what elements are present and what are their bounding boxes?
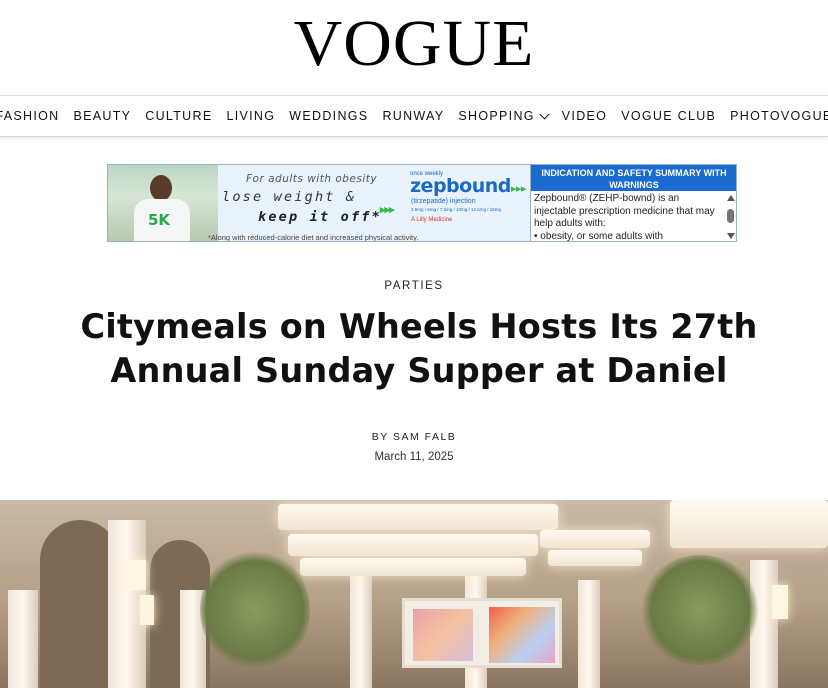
main-nav: FASHION BEAUTY CULTURE LIVING WEDDINGS R… <box>0 95 828 137</box>
ad-product-doses: 2.5mg / 5mg / 7.5mg / 10mg / 12.5mg / 15… <box>411 207 502 212</box>
wall-lamp <box>140 595 154 625</box>
ad-isi-paragraph: Zepbound® (ZEHP-bownd) is an injectable … <box>534 193 715 229</box>
nav-item-label: RUNWAY <box>382 109 445 123</box>
nav-item-label: SHOPPING <box>458 109 535 123</box>
ad-product-generic: (tirzepatide) injection <box>411 198 476 205</box>
nav-item-shopping[interactable]: SHOPPING <box>451 109 554 123</box>
scroll-down-icon[interactable] <box>727 233 735 239</box>
vogue-logo[interactable]: VOGUE <box>0 7 828 81</box>
chevron-down-icon <box>539 109 550 119</box>
nav-item-fashion[interactable]: FASHION <box>0 109 66 123</box>
nav-item-label: CULTURE <box>145 109 213 123</box>
wall-lamp <box>772 585 788 619</box>
nav-item-label: VOGUE CLUB <box>621 109 717 123</box>
ad-product-arrows-icon: ▸▸▸ <box>510 182 527 195</box>
chandelier <box>540 530 650 548</box>
nav-item-culture[interactable]: CULTURE <box>138 109 219 123</box>
nav-item-label: VIDEO <box>561 109 608 123</box>
nav-item-label: WEDDINGS <box>289 109 369 123</box>
ad-isi-text: Zepbound® (ZEHP-bownd) is an injectable … <box>531 191 736 242</box>
nav-item-beauty[interactable]: BEAUTY <box>66 109 138 123</box>
floral-arrangement <box>640 555 760 665</box>
ad-tagline-line2: keep it off* <box>258 209 382 225</box>
chandelier <box>288 534 538 556</box>
article-rubric[interactable]: PARTIES <box>0 280 828 292</box>
nav-item-weddings[interactable]: WEDDINGS <box>282 109 375 123</box>
nav-item-living[interactable]: LIVING <box>219 109 282 123</box>
column <box>578 580 600 688</box>
nav-item-label: LIVING <box>226 109 276 123</box>
ad-product-name: zepbound <box>410 175 511 197</box>
ad-person-head <box>150 175 172 201</box>
chandelier <box>548 550 642 566</box>
ad-manufacturer: A Lilly Medicine <box>411 217 453 223</box>
ad-fine-print: *Along with reduced-calorie diet and inc… <box>208 233 419 242</box>
article-headline: Citymeals on Wheels Hosts Its 27th Annua… <box>80 307 758 390</box>
ad-isi-scrollbar[interactable] <box>726 195 735 239</box>
article-byline: BY SAM FALB <box>0 431 828 443</box>
nav-item-vogue-club[interactable]: VOGUE CLUB <box>614 109 723 123</box>
nav-item-photovogue[interactable]: PHOTOVOGUE <box>723 109 828 123</box>
hero-image <box>0 500 828 688</box>
ad-product-logo: zepbound▸▸▸ <box>410 175 526 197</box>
masthead: VOGUE <box>0 0 828 95</box>
ad-shirt-text: 5K <box>148 211 171 229</box>
floral-arrangement <box>200 550 310 670</box>
nav-item-label: PHOTOVOGUE <box>730 109 828 123</box>
ad-tagline-line1: lose weight & <box>222 189 357 205</box>
painting <box>402 598 562 668</box>
rubric-label[interactable]: PARTIES <box>384 280 443 292</box>
ad-brand-block: once weekly zepbound▸▸▸ (tirzepatide) in… <box>408 167 528 241</box>
column <box>8 590 38 688</box>
byline-prefix: BY <box>371 431 389 443</box>
chandelier <box>670 500 828 548</box>
nav-item-label: BEAUTY <box>73 109 132 123</box>
wall-lamp <box>128 560 146 590</box>
ad-isi-bullet: • obesity, or some adults with <box>534 230 663 242</box>
ad-isi-header: INDICATION AND SAFETY SUMMARY WITH WARNI… <box>531 165 736 191</box>
scroll-thumb[interactable] <box>727 209 734 223</box>
column <box>350 575 372 688</box>
chandelier <box>300 558 526 576</box>
nav-item-runway[interactable]: RUNWAY <box>375 109 451 123</box>
chandelier <box>278 504 558 530</box>
article-date: March 11, 2025 <box>374 451 454 463</box>
ad-tagline-small: For adults with obesity <box>246 173 378 185</box>
painting-panel <box>413 609 473 661</box>
ad-person-image: 5K <box>130 173 190 241</box>
ad-photo: 5K <box>108 165 218 241</box>
ad-isi-panel[interactable]: INDICATION AND SAFETY SUMMARY WITH WARNI… <box>530 165 736 242</box>
nav-item-video[interactable]: VIDEO <box>555 109 614 123</box>
author-link[interactable]: SAM FALB <box>393 431 456 443</box>
painting-panel <box>489 607 555 663</box>
scroll-up-icon[interactable] <box>727 195 735 201</box>
ad-banner[interactable]: 5K For adults with obesity lose weight &… <box>107 164 737 242</box>
nav-item-label: FASHION <box>0 109 60 123</box>
ad-arrows-icon: ▸▸▸ <box>380 204 395 216</box>
